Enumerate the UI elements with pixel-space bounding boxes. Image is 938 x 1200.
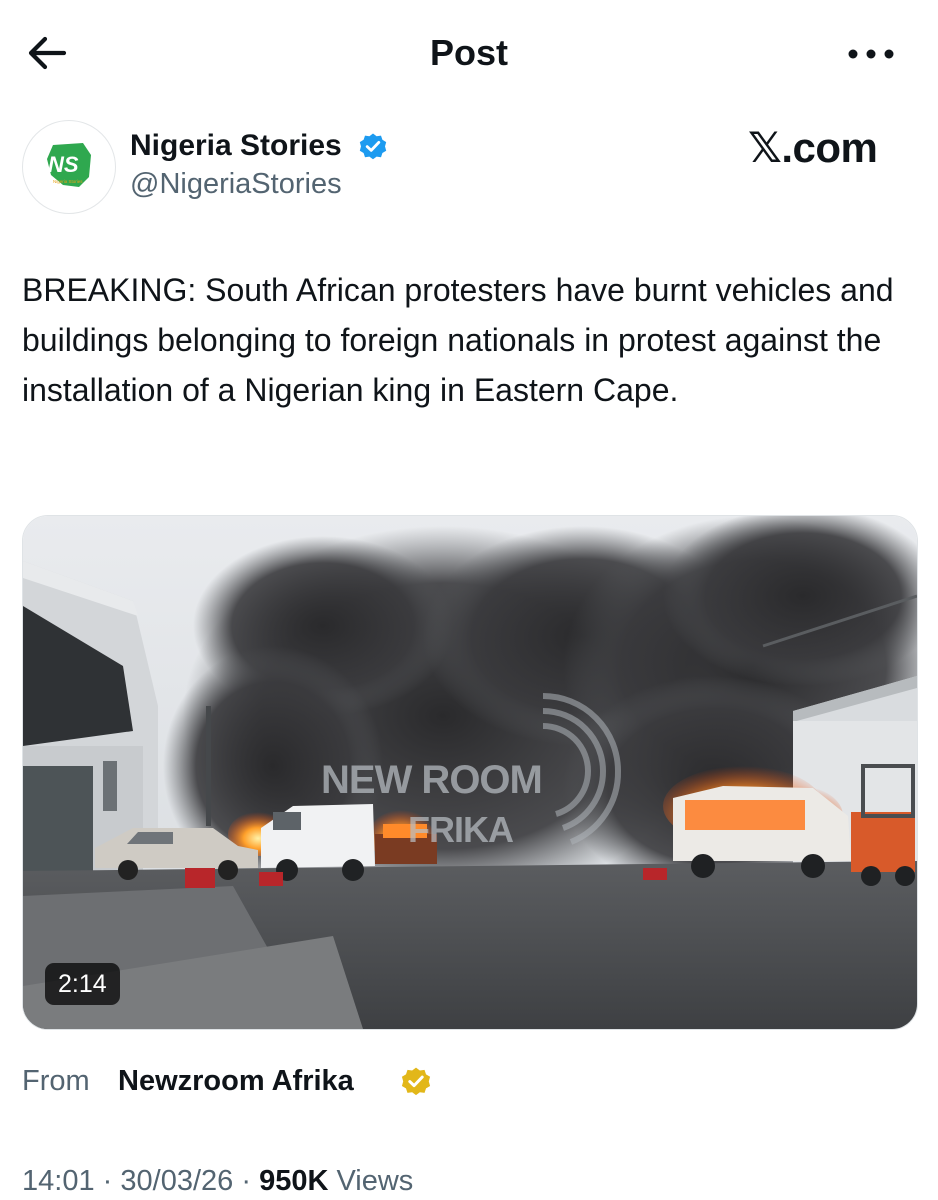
avatar[interactable]: NS Nigeria Stories — [22, 120, 116, 214]
post-meta: 14:01 · 30/03/26 · 950K Views — [22, 1162, 413, 1200]
post-time[interactable]: 14:01 — [22, 1165, 95, 1197]
more-options-button[interactable] — [846, 36, 896, 72]
views-count: 950K — [259, 1165, 329, 1197]
views-label: Views — [336, 1165, 414, 1197]
x-source-badge: 𝕏.com — [748, 124, 878, 171]
from-source-name[interactable]: Newzroom Afrika — [118, 1062, 354, 1100]
post-page: Post NS Nigeria Stories Nigeria Stories … — [0, 0, 938, 1200]
nigeria-stories-logo: NS Nigeria Stories — [47, 143, 91, 187]
top-bar: Post — [0, 0, 938, 104]
gold-verified-badge-icon — [401, 1067, 431, 1096]
from-label: From — [22, 1065, 90, 1097]
post-date[interactable]: 30/03/26 — [120, 1165, 233, 1197]
meta-separator: · — [241, 1165, 251, 1197]
page-title: Post — [429, 32, 508, 73]
video-player[interactable]: NEW ROOM FRIKA 2:14 — [22, 515, 918, 1030]
post-text: BREAKING: South African protesters have … — [22, 272, 894, 408]
avatar-text: NS — [48, 152, 79, 177]
avatar-subtext: Nigeria Stories — [53, 179, 83, 184]
video-duration: 2:14 — [45, 963, 120, 1005]
author-handle[interactable]: @NigeriaStories — [130, 166, 342, 202]
meta-separator: · — [102, 1165, 113, 1197]
author-display-name[interactable]: Nigeria Stories — [130, 128, 342, 164]
verified-badge-icon — [359, 133, 387, 160]
more-horizontal-icon — [848, 49, 894, 59]
watermark-line1: NEW ROOM — [321, 758, 543, 802]
watermark-line2: FRIKA — [408, 809, 514, 850]
